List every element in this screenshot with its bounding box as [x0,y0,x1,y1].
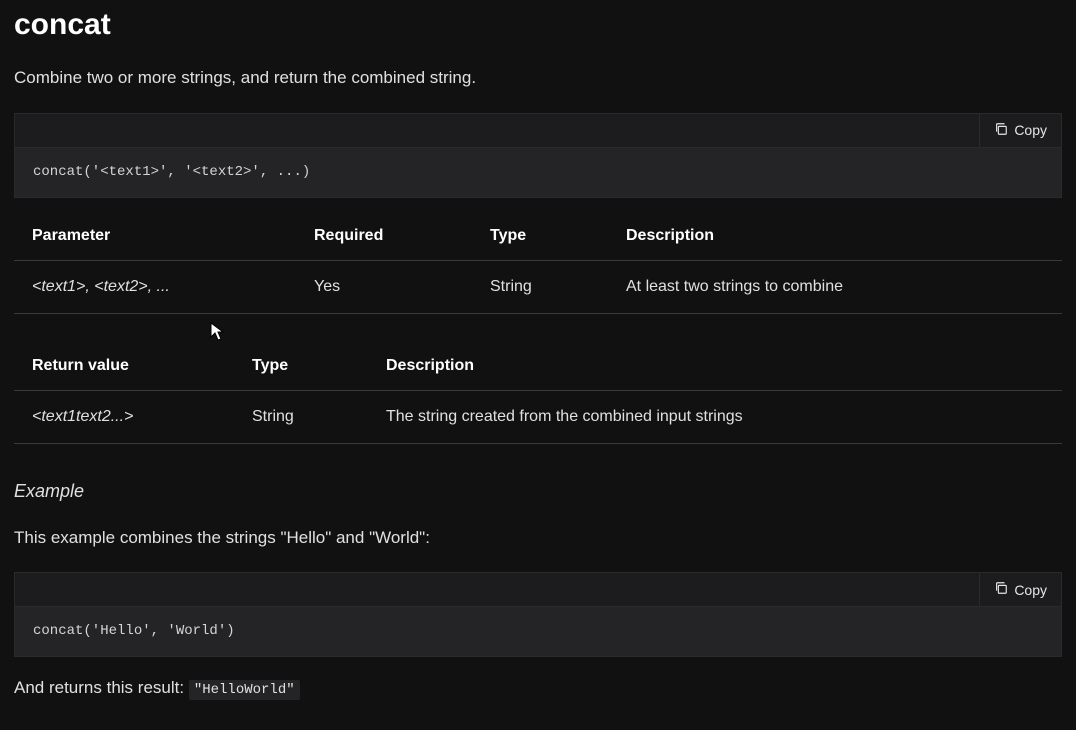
result-line: And returns this result: "HelloWorld" [14,675,1062,701]
syntax-code-block: Copy concat('<text1>', '<text2>', ...) [14,113,1062,198]
result-prefix: And returns this result: [14,678,189,697]
copy-label: Copy [1014,582,1047,598]
example-description: This example combines the strings "Hello… [14,525,1062,551]
table-header-row: Parameter Required Type Description [14,212,1062,261]
example-code: concat('Hello', 'World') [15,607,1061,656]
col-return-value: Return value [14,342,250,391]
copy-button[interactable]: Copy [979,573,1061,606]
cell-return-value: <text1text2...> [14,390,250,443]
table-header-row: Return value Type Description [14,342,1062,391]
function-description: Combine two or more strings, and return … [14,65,1062,91]
cell-type: String [250,390,384,443]
parameters-table: Parameter Required Type Description <tex… [14,212,1062,314]
page-title: concat [14,2,1062,47]
cell-required: Yes [312,260,488,313]
code-header: Copy [15,114,1061,148]
cell-description: The string created from the combined inp… [384,390,1062,443]
copy-button[interactable]: Copy [979,114,1061,147]
col-description: Description [624,212,1062,261]
copy-label: Copy [1014,122,1047,138]
result-value: "HelloWorld" [189,680,300,700]
cell-description: At least two strings to combine [624,260,1062,313]
return-table: Return value Type Description <text1text… [14,342,1062,444]
col-type: Type [488,212,624,261]
col-type: Type [250,342,384,391]
col-required: Required [312,212,488,261]
copy-icon [994,122,1008,139]
col-description: Description [384,342,1062,391]
syntax-code: concat('<text1>', '<text2>', ...) [15,148,1061,197]
code-header: Copy [15,573,1061,607]
table-row: <text1text2...> String The string create… [14,390,1062,443]
cell-parameter: <text1>, <text2>, ... [14,260,312,313]
table-row: <text1>, <text2>, ... Yes String At leas… [14,260,1062,313]
col-parameter: Parameter [14,212,312,261]
example-code-block: Copy concat('Hello', 'World') [14,572,1062,657]
cell-type: String [488,260,624,313]
copy-icon [994,581,1008,598]
example-heading: Example [14,478,1062,505]
